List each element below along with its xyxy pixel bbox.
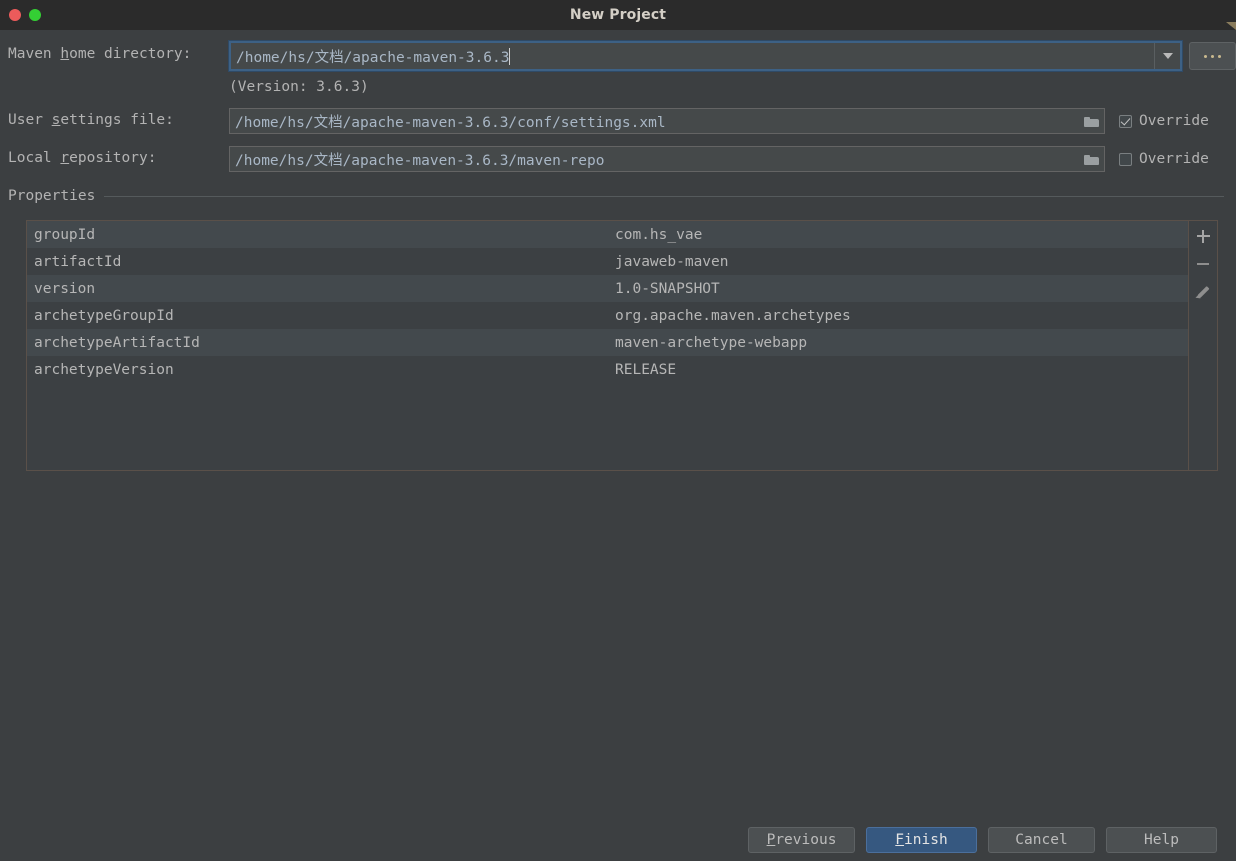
pencil-icon <box>1196 285 1210 299</box>
local-repository-input[interactable]: /home/hs/文档/apache-maven-3.6.3/maven-rep… <box>229 146 1105 172</box>
property-value: org.apache.maven.archetypes <box>615 307 851 324</box>
properties-section-header: Properties <box>8 188 1224 204</box>
chevron-down-icon <box>1162 53 1173 59</box>
property-key: version <box>34 280 96 297</box>
section-divider <box>104 195 1224 197</box>
table-empty-area <box>27 383 1188 470</box>
user-settings-browse-button[interactable] <box>1080 112 1102 130</box>
maven-home-browse-button[interactable] <box>1189 42 1236 70</box>
local-repository-value: /home/hs/文档/apache-maven-3.6.3/maven-rep… <box>235 152 605 169</box>
plus-icon <box>1196 229 1210 243</box>
maven-home-label: Maven home directory: <box>8 46 192 62</box>
properties-table[interactable]: groupId com.hs_vae artifactId javaweb-ma… <box>27 221 1188 470</box>
local-repository-override-checkbox[interactable]: Override <box>1119 151 1209 167</box>
minus-icon <box>1197 263 1209 265</box>
window-titlebar: New Project <box>0 0 1236 30</box>
folder-icon <box>1083 116 1099 127</box>
checkbox-checked-icon <box>1119 114 1132 128</box>
previous-button[interactable]: Previous <box>748 827 855 853</box>
property-value: RELEASE <box>615 361 677 378</box>
properties-toolbar <box>1188 221 1217 470</box>
maven-version-note: (Version: 3.6.3) <box>229 79 369 95</box>
user-settings-override-checkbox[interactable]: Override <box>1119 113 1209 129</box>
property-value: javaweb-maven <box>615 253 729 270</box>
ellipsis-dot-icon <box>1218 54 1221 58</box>
new-project-dialog: Maven home directory: /home/hs/文档/apache… <box>0 30 1236 861</box>
add-property-button[interactable] <box>1192 226 1214 246</box>
property-value: maven-archetype-webapp <box>615 334 808 351</box>
user-settings-override-label: Override <box>1139 113 1209 129</box>
folder-icon <box>1083 154 1099 165</box>
ellipsis-dot-icon <box>1204 54 1207 58</box>
table-row[interactable]: groupId com.hs_vae <box>27 221 1188 248</box>
property-value: com.hs_vae <box>615 226 703 243</box>
help-button[interactable]: Help <box>1106 827 1217 853</box>
table-row[interactable]: archetypeVersion RELEASE <box>27 356 1188 383</box>
table-row[interactable]: version 1.0-SNAPSHOT <box>27 275 1188 302</box>
property-value: 1.0-SNAPSHOT <box>615 280 720 297</box>
properties-table-container: groupId com.hs_vae artifactId javaweb-ma… <box>26 220 1218 471</box>
window-title: New Project <box>569 7 667 23</box>
property-key: groupId <box>34 226 96 243</box>
maven-home-value: /home/hs/文档/apache-maven-3.6.3 <box>236 49 510 66</box>
finish-button[interactable]: Finish <box>866 827 977 853</box>
text-caret <box>509 47 511 65</box>
local-repository-browse-button[interactable] <box>1080 150 1102 168</box>
properties-section-title: Properties <box>8 188 96 204</box>
maven-home-dropdown-button[interactable] <box>1154 43 1180 69</box>
property-key: archetypeGroupId <box>34 307 174 324</box>
user-settings-value: /home/hs/文档/apache-maven-3.6.3/conf/sett… <box>235 114 666 131</box>
user-settings-input[interactable]: /home/hs/文档/apache-maven-3.6.3/conf/sett… <box>229 108 1105 134</box>
cancel-button[interactable]: Cancel <box>988 827 1095 853</box>
local-repository-label: Local repository: <box>8 150 157 166</box>
local-repository-override-label: Override <box>1139 151 1209 167</box>
property-key: artifactId <box>34 253 122 270</box>
checkbox-unchecked-icon <box>1119 152 1132 166</box>
property-key: archetypeVersion <box>34 361 174 378</box>
property-key: archetypeArtifactId <box>34 334 200 351</box>
ellipsis-dot-icon <box>1211 54 1214 58</box>
remove-property-button[interactable] <box>1192 254 1214 274</box>
table-row[interactable]: archetypeArtifactId maven-archetype-weba… <box>27 329 1188 356</box>
edit-property-button[interactable] <box>1192 282 1214 302</box>
table-row[interactable]: artifactId javaweb-maven <box>27 248 1188 275</box>
maven-home-input[interactable]: /home/hs/文档/apache-maven-3.6.3 <box>229 41 1182 71</box>
user-settings-label: User settings file: <box>8 112 174 128</box>
table-row[interactable]: archetypeGroupId org.apache.maven.archet… <box>27 302 1188 329</box>
